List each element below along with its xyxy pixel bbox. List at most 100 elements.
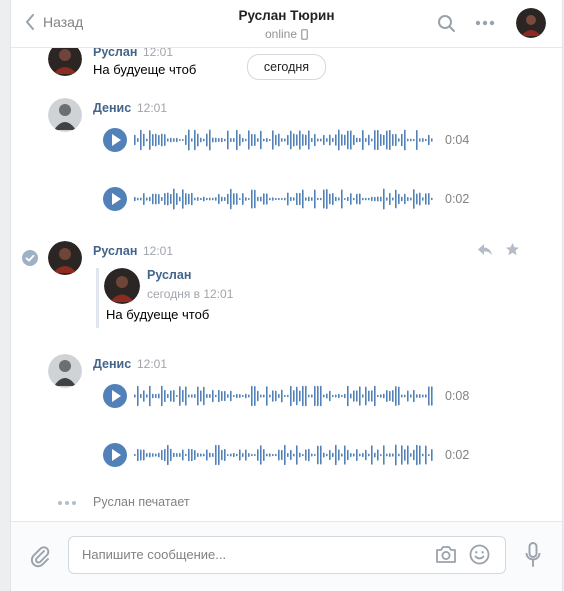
waveform-bar bbox=[335, 134, 337, 146]
waveform-bar bbox=[401, 445, 403, 465]
play-icon[interactable] bbox=[103, 128, 127, 152]
waveform-bar bbox=[323, 452, 325, 458]
avatar[interactable] bbox=[48, 354, 82, 388]
waveform-bar bbox=[233, 138, 235, 142]
waveform-bar bbox=[230, 390, 232, 402]
waveform-bar bbox=[191, 448, 193, 462]
waveform-bar bbox=[413, 389, 415, 403]
waveform-bar bbox=[266, 193, 268, 205]
waveform-bar bbox=[194, 197, 196, 201]
play-icon[interactable] bbox=[103, 187, 127, 211]
waveform-bar bbox=[239, 197, 241, 201]
waveform-bar bbox=[224, 390, 226, 402]
waveform-bar bbox=[149, 196, 151, 202]
waveform-bar bbox=[182, 138, 184, 142]
waveform-bar bbox=[212, 389, 214, 403]
emoji-icon[interactable] bbox=[469, 544, 490, 565]
waveform-bar bbox=[320, 385, 322, 407]
waveform-bar bbox=[311, 453, 313, 457]
waveform-bar bbox=[203, 138, 205, 142]
waveform-bar bbox=[278, 449, 280, 461]
avatar[interactable] bbox=[48, 98, 82, 132]
header-avatar[interactable] bbox=[516, 8, 546, 38]
waveform-bar bbox=[200, 197, 202, 201]
search-icon[interactable] bbox=[437, 14, 456, 33]
waveform-bar bbox=[410, 138, 412, 142]
waveform-bar bbox=[335, 394, 337, 398]
waveform-bar bbox=[146, 197, 148, 201]
waveform-bar bbox=[233, 193, 235, 205]
waveform-bar bbox=[302, 189, 304, 209]
play-icon[interactable] bbox=[103, 384, 127, 408]
waveform-bar bbox=[218, 389, 220, 403]
message-author[interactable]: Денис bbox=[93, 357, 131, 371]
message-input[interactable]: Напишите сообщение... bbox=[68, 536, 506, 574]
camera-icon[interactable] bbox=[435, 545, 457, 564]
audio-duration: 0:04 bbox=[445, 133, 470, 147]
selected-check-icon[interactable] bbox=[22, 250, 38, 266]
waveform-bar bbox=[332, 192, 334, 206]
message-author[interactable]: Денис bbox=[93, 101, 131, 115]
waveform-bar bbox=[236, 129, 238, 151]
waveform-bar bbox=[404, 449, 406, 461]
waveform-bar bbox=[344, 197, 346, 201]
avatar[interactable] bbox=[104, 268, 140, 304]
waveform-bar bbox=[308, 130, 310, 150]
star-icon[interactable] bbox=[505, 242, 520, 257]
waveform[interactable] bbox=[134, 128, 434, 152]
waveform-bar bbox=[365, 197, 367, 201]
microphone-icon[interactable] bbox=[525, 542, 541, 568]
waveform-bar bbox=[326, 138, 328, 142]
waveform-bar bbox=[242, 394, 244, 398]
waveform-bar bbox=[290, 449, 292, 461]
waveform-bar bbox=[188, 129, 190, 151]
waveform-bar bbox=[431, 138, 433, 142]
waveform-bar bbox=[317, 445, 319, 465]
waveform-bar bbox=[317, 197, 319, 201]
waveform-bar bbox=[359, 193, 361, 205]
waveform-bar bbox=[212, 452, 214, 458]
waveform-bar bbox=[344, 393, 346, 399]
composer: Напишите сообщение... bbox=[11, 521, 562, 591]
waveform-bar bbox=[254, 386, 256, 406]
waveform[interactable] bbox=[134, 443, 434, 467]
waveform[interactable] bbox=[134, 187, 434, 211]
typing-indicator: Руслан печатает bbox=[93, 495, 190, 509]
play-icon[interactable] bbox=[103, 443, 127, 467]
more-icon[interactable] bbox=[475, 20, 495, 26]
waveform-bar bbox=[161, 385, 163, 407]
waveform-bar bbox=[389, 390, 391, 402]
waveform-bar bbox=[308, 196, 310, 202]
waveform-bar bbox=[410, 197, 412, 201]
waveform-bar bbox=[371, 390, 373, 402]
waveform-bar bbox=[422, 137, 424, 143]
waveform-bar bbox=[257, 449, 259, 461]
waveform-bar bbox=[248, 130, 250, 150]
message-input-placeholder: Напишите сообщение... bbox=[82, 547, 227, 562]
message-author[interactable]: Руслан bbox=[93, 48, 137, 59]
waveform-bar bbox=[320, 197, 322, 201]
reply-icon[interactable] bbox=[477, 243, 493, 257]
waveform-bar bbox=[152, 133, 154, 147]
forwarded-author[interactable]: Руслан bbox=[147, 268, 191, 282]
waveform-bar bbox=[338, 129, 340, 151]
waveform-bar bbox=[149, 130, 151, 150]
avatar[interactable] bbox=[48, 241, 82, 275]
waveform-bar bbox=[176, 453, 178, 457]
waveform-bar bbox=[239, 449, 241, 461]
waveform-bar bbox=[401, 133, 403, 147]
waveform-bar bbox=[257, 196, 259, 202]
waveform-bar bbox=[338, 449, 340, 461]
waveform-bar bbox=[422, 453, 424, 457]
waveform-bar bbox=[335, 196, 337, 202]
message-author[interactable]: Руслан bbox=[93, 244, 137, 258]
waveform-bar bbox=[275, 134, 277, 146]
waveform-bar bbox=[215, 197, 217, 201]
attach-icon[interactable] bbox=[30, 544, 50, 568]
waveform-bar bbox=[290, 130, 292, 150]
waveform-bar bbox=[299, 390, 301, 402]
waveform-bar bbox=[197, 133, 199, 147]
waveform-bar bbox=[287, 134, 289, 146]
avatar[interactable] bbox=[48, 48, 82, 76]
waveform[interactable] bbox=[134, 384, 434, 408]
